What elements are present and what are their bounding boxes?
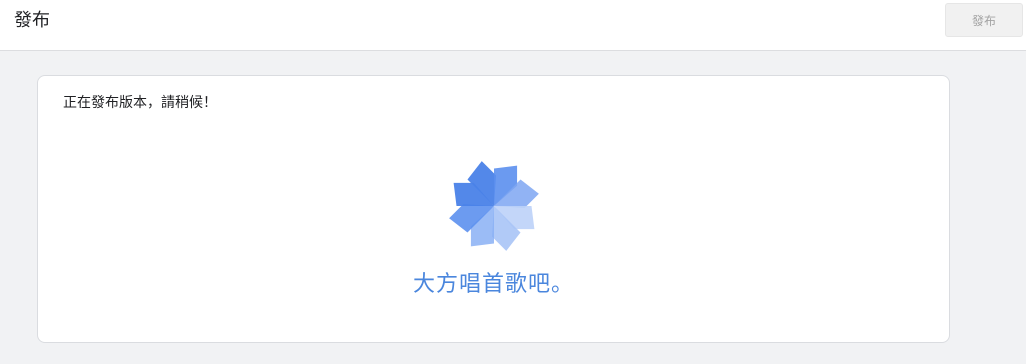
page-title: 發布 (14, 10, 50, 31)
pinwheel-loader-icon (449, 161, 539, 251)
header-bar: 發布 發布 (0, 0, 1026, 51)
status-message: 正在發布版本，請稍候！ (63, 95, 217, 111)
publish-button[interactable]: 發布 (945, 3, 1023, 37)
loading-caption: 大方唱首歌吧。 (412, 272, 574, 297)
publish-status-card: 正在發布版本，請稍候！ 大方唱首歌吧。 (37, 75, 950, 343)
